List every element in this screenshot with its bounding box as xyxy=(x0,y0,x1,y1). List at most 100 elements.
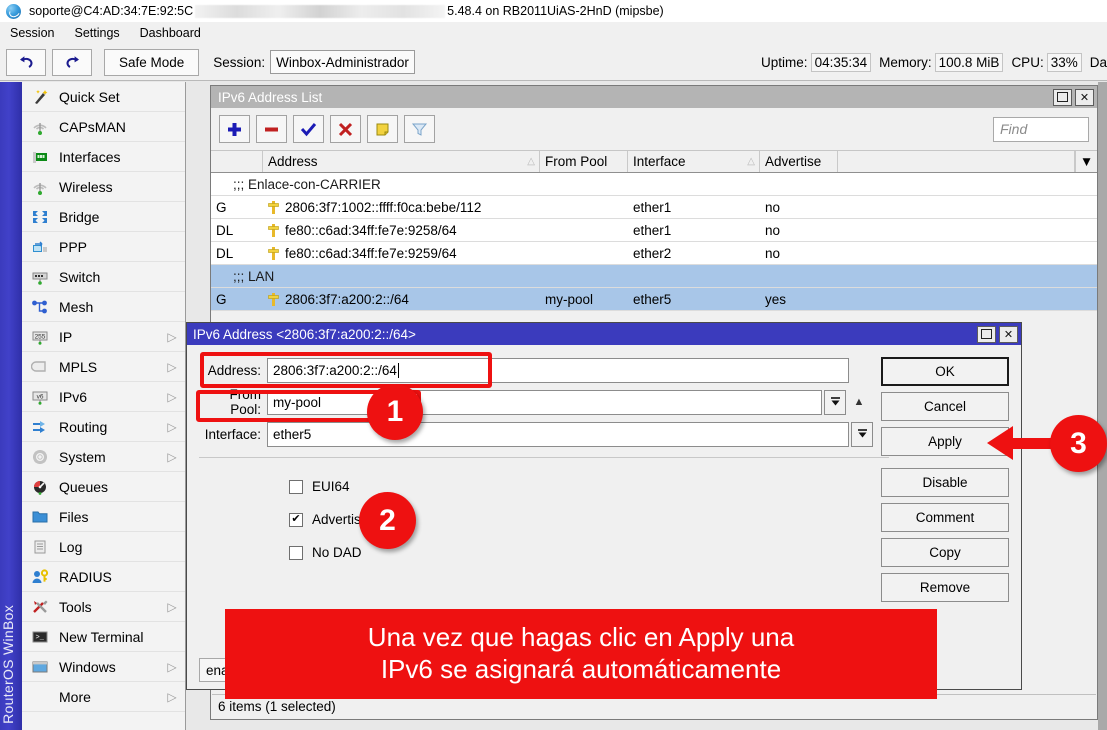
enable-button[interactable] xyxy=(293,115,324,143)
disable-button[interactable]: Disable xyxy=(881,468,1009,497)
sidebar-item-mesh[interactable]: Mesh xyxy=(22,292,185,322)
sidebar-item-routing[interactable]: Routing ▷ xyxy=(22,412,185,442)
redo-icon[interactable] xyxy=(52,49,92,76)
sidebar-item-windows[interactable]: Windows ▷ xyxy=(22,652,185,682)
table-row[interactable]: ;;; LAN xyxy=(211,265,1097,288)
find-input[interactable]: Find xyxy=(993,117,1089,142)
from-pool-input[interactable]: my-pool xyxy=(267,390,822,415)
sidebar-item-quick-set[interactable]: Quick Set xyxy=(22,82,185,112)
interface-input[interactable]: ether5 xyxy=(267,422,849,447)
eui64-label: EUI64 xyxy=(312,479,350,494)
table-body: ;;; Enlace-con-CARRIER G 2806:3f7:1002::… xyxy=(211,173,1097,311)
row-comment: ;;; LAN xyxy=(211,265,274,287)
sidebar-item-interfaces[interactable]: Interfaces xyxy=(22,142,185,172)
sidebar-item-wireless[interactable]: Wireless xyxy=(22,172,185,202)
from-pool-dropdown-icon[interactable] xyxy=(824,390,846,415)
row-address-cell: 2806:3f7:1002::ffff:f0ca:bebe/112 xyxy=(263,196,540,218)
sidebar-item-files[interactable]: Files xyxy=(22,502,185,532)
menu-settings[interactable]: Settings xyxy=(64,24,129,42)
magic-wand-icon xyxy=(29,87,51,107)
menu-session[interactable]: Session xyxy=(0,24,64,42)
sidebar-item-new-terminal[interactable]: >_ New Terminal xyxy=(22,622,185,652)
table-row[interactable]: DL fe80::c6ad:34ff:fe7e:9259/64 ether2 n… xyxy=(211,242,1097,265)
divider xyxy=(199,457,889,458)
row-interface: ether2 xyxy=(628,242,760,264)
interface-dropdown-icon[interactable] xyxy=(851,422,873,447)
sidebar-item-system[interactable]: System ▷ xyxy=(22,442,185,472)
cancel-button[interactable]: Cancel xyxy=(881,392,1009,421)
sidebar-item-label: More xyxy=(59,689,165,705)
column-header-advertise[interactable]: Advertise xyxy=(760,151,838,172)
folder-icon xyxy=(29,507,51,527)
column-header-from-pool[interactable]: From Pool xyxy=(540,151,628,172)
sidebar-item-queues[interactable]: Queues xyxy=(22,472,185,502)
from-pool-collapse-icon[interactable]: ▲ xyxy=(850,390,868,415)
close-icon[interactable]: ✕ xyxy=(1075,89,1094,106)
row-interface: ether1 xyxy=(628,219,760,241)
comment-button[interactable]: Comment xyxy=(881,503,1009,532)
maximize-icon[interactable] xyxy=(977,326,996,343)
ppp-icon xyxy=(29,237,51,257)
chevron-right-icon: ▷ xyxy=(165,600,179,614)
maximize-icon[interactable] xyxy=(1053,89,1072,106)
sidebar-item-tools[interactable]: Tools ▷ xyxy=(22,592,185,622)
add-button[interactable] xyxy=(219,115,250,143)
annotation-badge-2: 2 xyxy=(359,492,416,549)
undo-icon[interactable] xyxy=(6,49,46,76)
sidebar-item-bridge[interactable]: Bridge xyxy=(22,202,185,232)
redacted-title-segment xyxy=(195,5,445,18)
sidebar-item-radius[interactable]: RADIUS xyxy=(22,562,185,592)
advertise-checkbox[interactable]: ✔ xyxy=(289,513,303,527)
remove-button[interactable] xyxy=(256,115,287,143)
filter-button[interactable] xyxy=(404,115,435,143)
antenna-icon xyxy=(29,117,51,137)
table-row[interactable]: DL fe80::c6ad:34ff:fe7e:9258/64 ether1 n… xyxy=(211,219,1097,242)
sidebar-item-label: Bridge xyxy=(59,209,185,225)
table-row[interactable]: G 2806:3f7:1002::ffff:f0ca:bebe/112 ethe… xyxy=(211,196,1097,219)
sidebar-item-mpls[interactable]: MPLS ▷ xyxy=(22,352,185,382)
sidebar-item-label: Windows xyxy=(59,659,165,675)
window-icon xyxy=(29,657,51,677)
row-address: 2806:3f7:1002::ffff:f0ca:bebe/112 xyxy=(285,200,481,215)
column-chooser-dropdown-icon[interactable]: ▼ xyxy=(1075,151,1097,172)
table-row[interactable]: G 2806:3f7:a200:2::/64 my-pool ether5 ye… xyxy=(211,288,1097,311)
sidebar-item-label: Files xyxy=(59,509,185,525)
column-label: From Pool xyxy=(545,154,607,169)
address-input-value: 2806:3f7:a200:2::/64 xyxy=(273,363,397,378)
session-value[interactable]: Winbox-Administrador xyxy=(270,50,415,74)
mesh-nodes-icon xyxy=(29,297,51,317)
table-row[interactable]: ;;; Enlace-con-CARRIER xyxy=(211,173,1097,196)
row-from-pool xyxy=(540,219,628,241)
no-dad-checkbox[interactable] xyxy=(289,546,303,560)
eui64-checkbox[interactable] xyxy=(289,480,303,494)
copy-button[interactable]: Copy xyxy=(881,538,1009,567)
tools-icon xyxy=(29,597,51,617)
remove-button[interactable]: Remove xyxy=(881,573,1009,602)
sidebar-item-capsman[interactable]: CAPsMAN xyxy=(22,112,185,142)
sidebar-item-switch[interactable]: Switch xyxy=(22,262,185,292)
address-input[interactable]: 2806:3f7:a200:2::/64 xyxy=(267,358,849,383)
sidebar-item-label: Mesh xyxy=(59,299,185,315)
column-header-address[interactable]: Address △ xyxy=(263,151,540,172)
sidebar-item-ppp[interactable]: PPP xyxy=(22,232,185,262)
row-spacer xyxy=(838,219,1097,241)
address-pin-icon xyxy=(268,223,279,238)
column-header-spacer xyxy=(838,151,1075,172)
ok-button[interactable]: OK xyxy=(881,357,1009,386)
list-window-titlebar: IPv6 Address List ✕ xyxy=(211,86,1097,108)
sidebar-item-label: Queues xyxy=(59,479,185,495)
column-header-flags[interactable] xyxy=(211,151,263,172)
sidebar-item-log[interactable]: Log xyxy=(22,532,185,562)
sidebar-item-more[interactable]: More ▷ xyxy=(22,682,185,712)
menu-dashboard[interactable]: Dashboard xyxy=(130,24,211,42)
close-icon[interactable]: ✕ xyxy=(999,326,1018,343)
column-header-interface[interactable]: Interface △ xyxy=(628,151,760,172)
dialog-button-column: OK Cancel Apply Disable Comment Copy Rem… xyxy=(881,357,1009,608)
comment-button[interactable] xyxy=(367,115,398,143)
safe-mode-button[interactable]: Safe Mode xyxy=(104,49,199,76)
disable-button[interactable] xyxy=(330,115,361,143)
row-spacer xyxy=(838,288,1097,310)
sidebar-item-ip[interactable]: 255 IP ▷ xyxy=(22,322,185,352)
sidebar-item-ipv6[interactable]: v6 IPv6 ▷ xyxy=(22,382,185,412)
memory-value: 100.8 MiB xyxy=(935,53,1004,72)
